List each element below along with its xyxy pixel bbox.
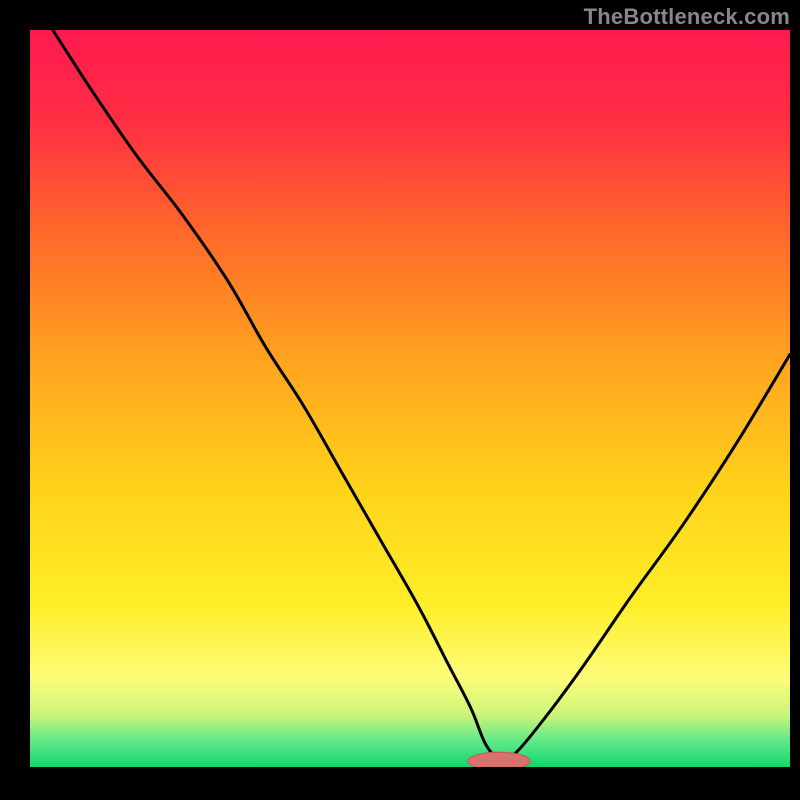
optimal-marker — [468, 752, 530, 770]
bottleneck-chart — [0, 0, 800, 800]
attribution-label: TheBottleneck.com — [584, 4, 790, 30]
chart-frame: TheBottleneck.com — [0, 0, 800, 800]
gradient-background — [30, 30, 790, 767]
